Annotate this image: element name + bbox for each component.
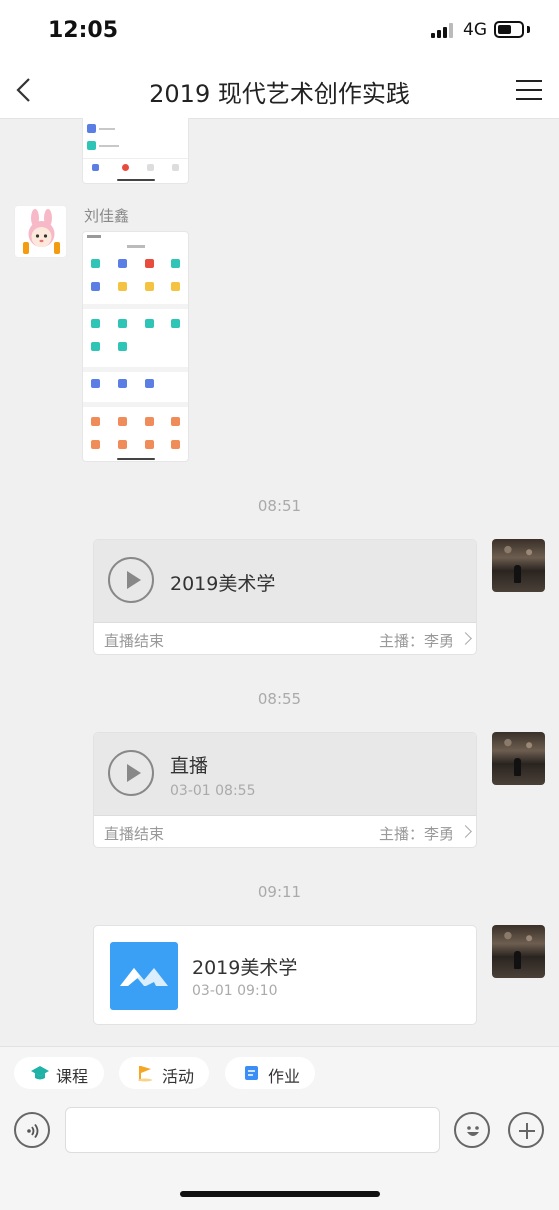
course-card-time: 03-01 09:10 <box>192 983 278 999</box>
my-avatar[interactable] <box>492 925 545 978</box>
battery-icon <box>494 21 524 38</box>
chevron-right-icon <box>459 825 472 838</box>
nav-bar: 2019 现代艺术创作实践 <box>0 62 559 119</box>
sender-avatar[interactable] <box>14 205 67 258</box>
graduation-cap-icon <box>31 1066 49 1080</box>
chip-label: 作业 <box>268 1067 301 1086</box>
sender-name: 刘佳鑫 <box>84 207 130 225</box>
homework-icon <box>245 1066 258 1080</box>
emoji-icon <box>467 1126 479 1136</box>
signal-icon <box>431 22 455 38</box>
plus-icon <box>519 1123 535 1139</box>
chip-label: 活动 <box>162 1067 195 1086</box>
home-indicator <box>180 1191 380 1197</box>
live-card-title: 2019美术学 <box>170 573 276 595</box>
screenshot-image-partial[interactable] <box>82 118 189 184</box>
chip-label: 课程 <box>56 1067 89 1086</box>
menu-icon[interactable] <box>516 80 542 100</box>
play-icon <box>108 557 154 603</box>
live-status: 直播结束 <box>104 632 165 650</box>
page-title: 2019 现代艺术创作实践 <box>149 80 410 108</box>
live-status: 直播结束 <box>104 825 165 843</box>
my-avatar[interactable] <box>492 732 545 785</box>
emoji-button[interactable] <box>454 1112 490 1148</box>
add-button[interactable] <box>508 1112 544 1148</box>
chip-activity[interactable]: 活动 <box>119 1057 209 1089</box>
live-host: 主播：李勇 <box>378 825 454 843</box>
live-host: 主播：李勇 <box>378 632 454 650</box>
bottom-toolbar: 课程 活动 作业 <box>0 1046 559 1210</box>
live-card[interactable]: 2019美术学 直播结束 主播：李勇 <box>93 539 477 655</box>
screenshot-image[interactable] <box>82 231 189 462</box>
live-card[interactable]: 直播 03-01 08:55 直播结束 主播：李勇 <box>93 732 477 848</box>
course-card[interactable]: 2019美术学 03-01 09:10 <box>93 925 477 1025</box>
play-icon <box>108 750 154 796</box>
live-card-time: 03-01 08:55 <box>170 783 256 799</box>
live-card-title: 直播 <box>170 755 209 777</box>
course-card-title: 2019美术学 <box>192 957 298 979</box>
course-logo-icon <box>110 942 178 1010</box>
chevron-right-icon <box>459 632 472 645</box>
timestamp: 08:51 <box>257 497 302 515</box>
flag-icon <box>138 1066 152 1082</box>
timestamp: 08:55 <box>257 690 302 708</box>
chip-homework[interactable]: 作业 <box>225 1057 315 1089</box>
timestamp: 09:11 <box>257 883 302 901</box>
status-bar: 12:05 4G <box>0 0 559 62</box>
voice-button[interactable] <box>14 1112 50 1148</box>
chip-course[interactable]: 课程 <box>14 1057 104 1089</box>
network-type: 4G <box>463 20 487 40</box>
status-time: 12:05 <box>48 18 119 43</box>
voice-icon <box>27 1123 39 1139</box>
my-avatar[interactable] <box>492 539 545 592</box>
message-input[interactable] <box>65 1107 440 1153</box>
battery-tip <box>527 26 530 33</box>
